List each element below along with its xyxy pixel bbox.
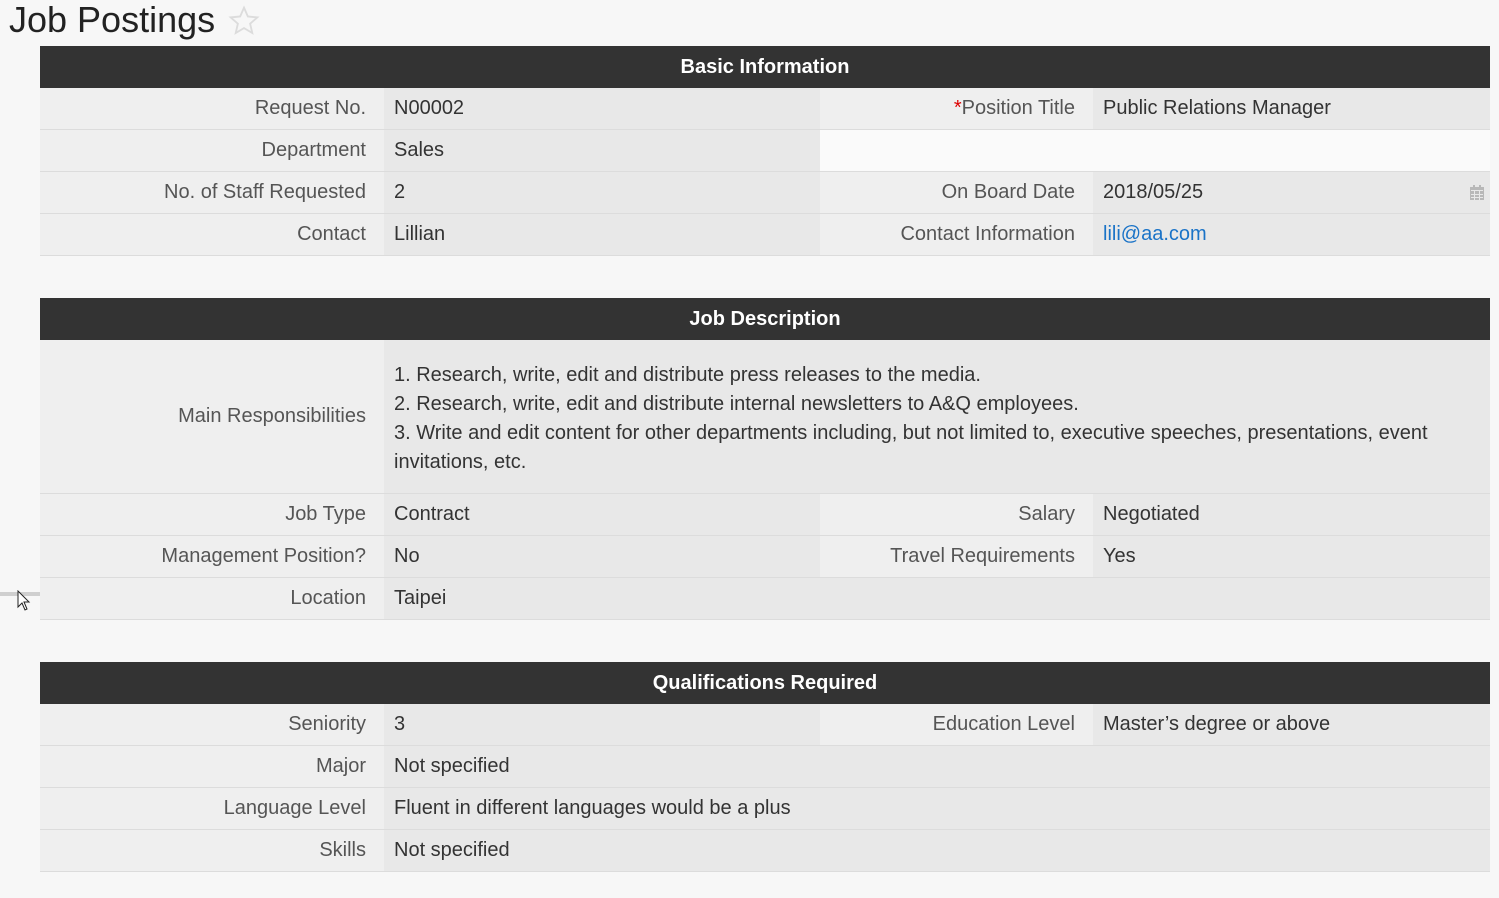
on-board-date-field[interactable]: 2018/05/25: [1093, 172, 1490, 213]
form-row: Request No. N00002 * Position Title Publi…: [40, 88, 1490, 130]
seniority-value[interactable]: 3: [384, 704, 820, 745]
form-row: Main Responsibilities 1. Research, write…: [40, 340, 1490, 494]
required-mark: *: [953, 97, 962, 119]
request-no-value[interactable]: N00002: [384, 88, 820, 129]
contact-value[interactable]: Lillian: [384, 214, 820, 255]
job-description-section: Job Description Main Responsibilities 1.…: [40, 298, 1490, 620]
request-no-label: Request No.: [40, 88, 384, 129]
staff-requested-value[interactable]: 2: [384, 172, 820, 213]
form-row: Seniority 3 Education Level Master’s deg…: [40, 704, 1490, 746]
department-label: Department: [40, 130, 384, 171]
section-header-job-description: Job Description: [40, 298, 1490, 340]
form-row: Contact Lillian Contact Information lili…: [40, 214, 1490, 256]
contact-information-field: lili@aa.com: [1093, 214, 1490, 255]
calendar-icon[interactable]: [1470, 185, 1484, 200]
major-value[interactable]: Not specified: [384, 746, 1490, 787]
form-row: Management Position? No Travel Requireme…: [40, 536, 1490, 578]
department-value[interactable]: Sales: [384, 130, 820, 171]
major-label: Major: [40, 746, 384, 787]
mouse-cursor-icon: [17, 590, 31, 611]
page-title: Job Postings: [9, 0, 216, 40]
form-row: Language Level Fluent in different langu…: [40, 788, 1490, 830]
responsibility-line: 3. Write and edit content for other depa…: [394, 422, 1428, 473]
main-responsibilities-label: Main Responsibilities: [40, 340, 384, 493]
seniority-label: Seniority: [40, 704, 384, 745]
skills-label: Skills: [40, 830, 384, 871]
main-responsibilities-value[interactable]: 1. Research, write, edit and distribute …: [384, 340, 1490, 493]
travel-requirements-value[interactable]: Yes: [1093, 536, 1490, 577]
section-header-basic: Basic Information: [40, 46, 1490, 88]
on-board-date-label: On Board Date: [820, 172, 1093, 213]
position-title-value[interactable]: Public Relations Manager: [1093, 88, 1490, 129]
travel-requirements-label: Travel Requirements: [820, 536, 1093, 577]
location-value[interactable]: Taipei: [384, 578, 1490, 619]
empty-cell: [820, 130, 1490, 171]
education-level-value[interactable]: Master’s degree or above: [1093, 704, 1490, 745]
contact-information-label: Contact Information: [820, 214, 1093, 255]
form-row: No. of Staff Requested 2 On Board Date 2…: [40, 172, 1490, 214]
skills-value[interactable]: Not specified: [384, 830, 1490, 871]
salary-label: Salary: [820, 494, 1093, 535]
section-header-qualifications: Qualifications Required: [40, 662, 1490, 704]
qualifications-section: Qualifications Required Seniority 3 Educ…: [40, 662, 1490, 872]
on-board-date-value: 2018/05/25: [1103, 181, 1204, 203]
form-row: Department Sales: [40, 130, 1490, 172]
form-row: Major Not specified: [40, 746, 1490, 788]
staff-requested-label: No. of Staff Requested: [40, 172, 384, 213]
form-row: Skills Not specified: [40, 830, 1490, 872]
responsibility-line: 1. Research, write, edit and distribute …: [394, 364, 981, 386]
job-type-value[interactable]: Contract: [384, 494, 820, 535]
language-level-value[interactable]: Fluent in different languages would be a…: [384, 788, 1490, 829]
contact-label: Contact: [40, 214, 384, 255]
responsibility-line: 2. Research, write, edit and distribute …: [394, 393, 1079, 415]
management-position-value[interactable]: No: [384, 536, 820, 577]
salary-value[interactable]: Negotiated: [1093, 494, 1490, 535]
language-level-label: Language Level: [40, 788, 384, 829]
position-title-label-text: Position Title: [961, 97, 1075, 119]
job-type-label: Job Type: [40, 494, 384, 535]
page-header: Job Postings: [0, 0, 1499, 46]
education-level-label: Education Level: [820, 704, 1093, 745]
star-icon[interactable]: [228, 4, 260, 38]
contact-email-link[interactable]: lili@aa.com: [1103, 223, 1207, 246]
location-label: Location: [40, 578, 384, 619]
form-row: Job Type Contract Salary Negotiated: [40, 494, 1490, 536]
form-row: Location Taipei: [40, 578, 1490, 620]
position-title-label: * Position Title: [820, 88, 1093, 129]
management-position-label: Management Position?: [40, 536, 384, 577]
basic-information-section: Basic Information Request No. N00002 * Po…: [40, 46, 1490, 256]
